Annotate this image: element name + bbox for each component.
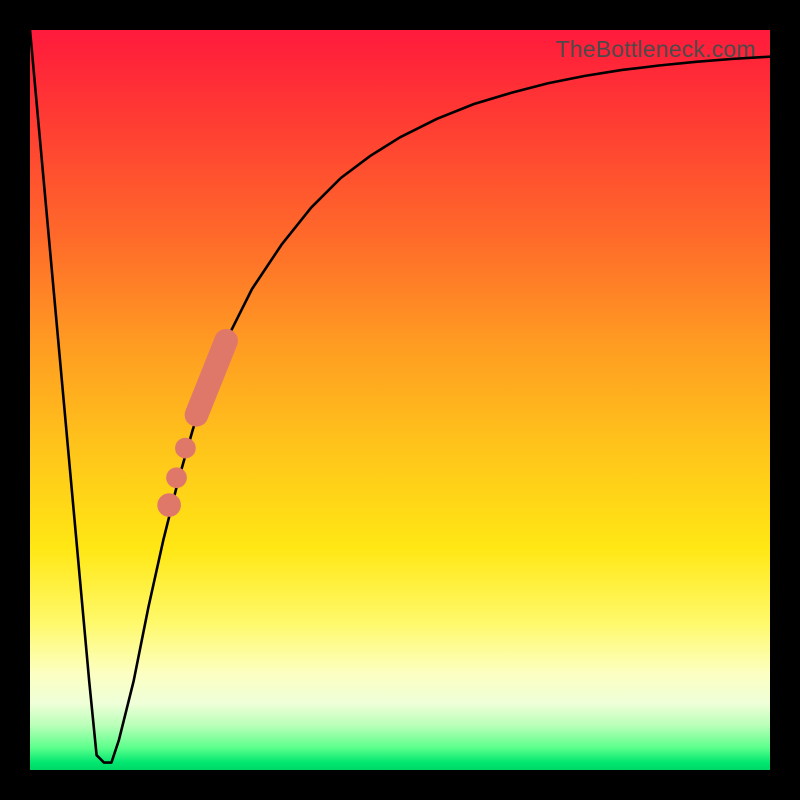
marker-dot bbox=[175, 438, 196, 459]
chart-svg bbox=[30, 30, 770, 770]
marker-dot bbox=[166, 467, 187, 488]
chart-frame: TheBottleneck.com bbox=[0, 0, 800, 800]
marker-segment bbox=[197, 341, 227, 415]
bottleneck-curve bbox=[30, 30, 770, 763]
plot-area: TheBottleneck.com bbox=[30, 30, 770, 770]
marker-dot bbox=[157, 493, 181, 517]
